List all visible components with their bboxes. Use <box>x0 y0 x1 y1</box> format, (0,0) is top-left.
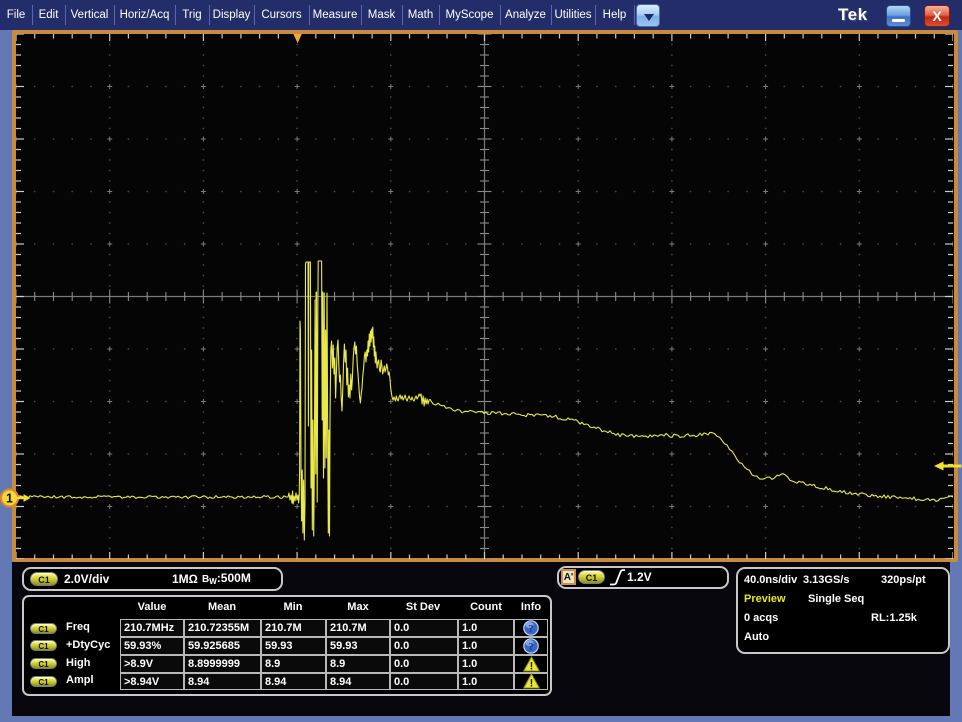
svg-text:!: ! <box>529 660 533 672</box>
svg-text:!: ! <box>529 678 533 690</box>
svg-text:1: 1 <box>6 492 13 506</box>
svg-text:?: ? <box>528 623 534 635</box>
svg-text:?: ? <box>528 641 534 653</box>
